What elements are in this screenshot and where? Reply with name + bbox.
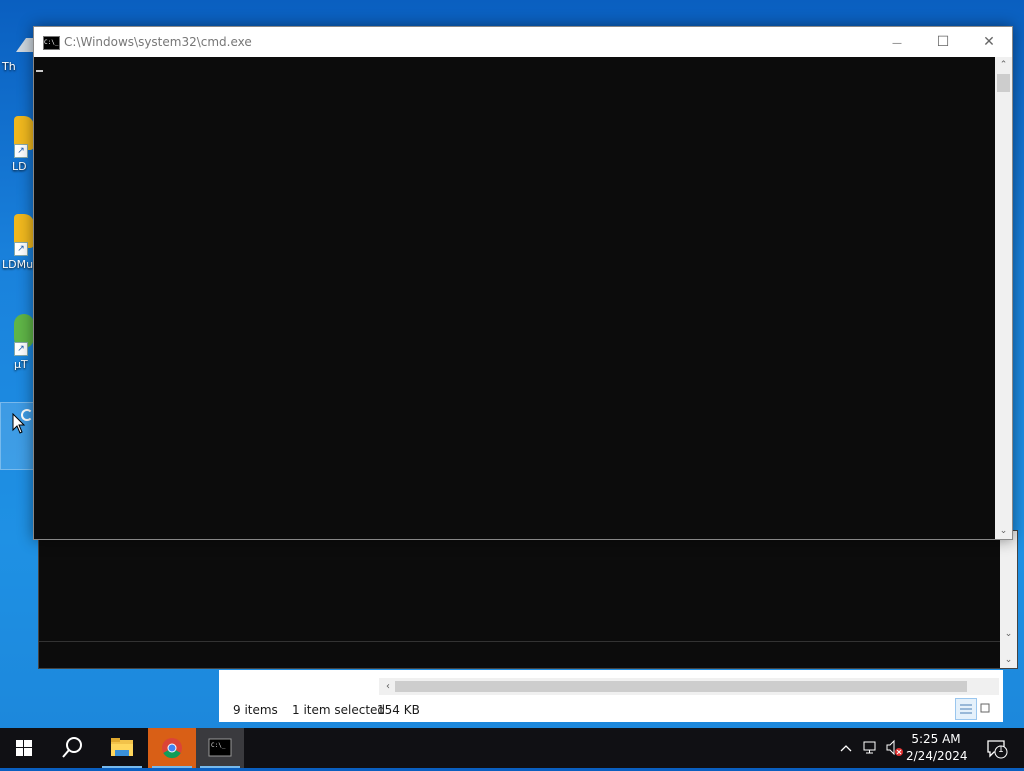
close-icon: ✕	[983, 34, 995, 50]
mouse-pointer-icon	[12, 413, 26, 434]
status-bar: 9 items 1 item selected 154 KB	[219, 700, 1003, 722]
status-selected: 1 item selected	[292, 703, 386, 717]
network-icon[interactable]	[860, 728, 880, 768]
search-button[interactable]	[48, 728, 96, 768]
large-icons-view-icon	[980, 703, 990, 713]
folder-icon	[111, 738, 133, 756]
volume-muted-icon[interactable]	[884, 728, 906, 768]
taskbar: C:\_ 5:25 AM 2/24/2024 1	[0, 728, 1024, 768]
status-item-count: 9 items	[233, 703, 278, 717]
taskbar-chrome[interactable]	[148, 728, 196, 768]
command-prompt-window[interactable]: C:\_ C:\Windows\system32\cmd.exe — ☐ ✕ ⌃…	[33, 26, 1013, 540]
text-cursor	[36, 70, 43, 72]
desktop-icon-label: LDMu	[2, 258, 34, 271]
maximize-button[interactable]: ☐	[920, 27, 966, 57]
window-title: C:\Windows\system32\cmd.exe	[64, 35, 252, 49]
windows-logo-icon	[16, 740, 32, 756]
minimize-icon: —	[892, 38, 902, 49]
clock-time: 5:25 AM	[911, 732, 961, 746]
scroll-thumb[interactable]	[395, 681, 967, 692]
cmd-icon: C:\_	[208, 738, 232, 757]
desktop-icon-label: µT	[14, 358, 28, 371]
chrome-icon	[162, 738, 182, 759]
scroll-left-icon[interactable]: ‹	[381, 678, 395, 695]
taskbar-file-explorer[interactable]	[98, 728, 146, 768]
shortcut-arrow-icon: ↗	[14, 144, 28, 158]
console-scrollbar-background[interactable]: ⌄ ⌄	[1000, 531, 1017, 668]
scroll-up-icon[interactable]: ⌃	[995, 57, 1012, 73]
console-separator	[39, 641, 1000, 642]
notification-count: 1	[998, 745, 1004, 755]
details-view-button[interactable]	[955, 698, 977, 720]
file-explorer-window: ‹ 9 items 1 item selected 154 KB	[219, 670, 1003, 722]
scroll-down-icon[interactable]: ⌄	[1000, 627, 1017, 641]
vertical-scrollbar[interactable]: ⌃ ⌄	[995, 57, 1012, 539]
cmd-app-icon: C:\_	[43, 36, 60, 50]
desktop-icon-recycle[interactable]: Th	[0, 10, 40, 80]
window-titlebar[interactable]: C:\_ C:\Windows\system32\cmd.exe — ☐ ✕	[34, 27, 1012, 57]
action-center-button[interactable]: 1	[976, 728, 1016, 768]
maximize-icon: ☐	[936, 34, 950, 50]
console-window-background: ⌄ ⌄	[38, 530, 1018, 669]
console-output[interactable]	[34, 57, 995, 539]
shortcut-arrow-icon: ↗	[14, 242, 28, 256]
scroll-down-icon[interactable]: ⌄	[995, 523, 1012, 539]
desktop-icon-selected[interactable]	[0, 402, 36, 470]
shortcut-arrow-icon: ↗	[14, 342, 28, 356]
details-view-icon	[960, 704, 972, 714]
start-button[interactable]	[0, 728, 48, 768]
desktop-icon-ld[interactable]: ↗ LD	[0, 110, 36, 180]
taskbar-clock[interactable]: 5:25 AM 2/24/2024	[906, 731, 968, 765]
scroll-down-icon[interactable]: ⌄	[1000, 653, 1017, 667]
horizontal-scrollbar[interactable]: ‹	[379, 678, 999, 695]
close-button[interactable]: ✕	[966, 27, 1012, 57]
chevron-up-icon[interactable]	[836, 728, 856, 768]
taskbar-command-prompt[interactable]: C:\_	[196, 728, 244, 768]
search-icon	[62, 737, 82, 758]
large-icons-view-button[interactable]	[979, 698, 993, 718]
minimize-button[interactable]: —	[874, 27, 920, 57]
notification-icon	[987, 740, 1008, 759]
desktop-icon-label: Th	[2, 60, 16, 73]
desktop-icon-utorrent[interactable]: ↗ µT	[0, 308, 36, 378]
desktop-icon-label: LD	[12, 160, 27, 173]
system-tray	[836, 728, 903, 768]
desktop-icon-ldmulti[interactable]: ↗ LDMu	[0, 208, 36, 278]
clock-date: 2/24/2024	[906, 749, 968, 763]
svg-text:C:\_: C:\_	[211, 742, 226, 749]
scroll-thumb[interactable]	[997, 74, 1010, 92]
status-size: 154 KB	[377, 703, 420, 717]
